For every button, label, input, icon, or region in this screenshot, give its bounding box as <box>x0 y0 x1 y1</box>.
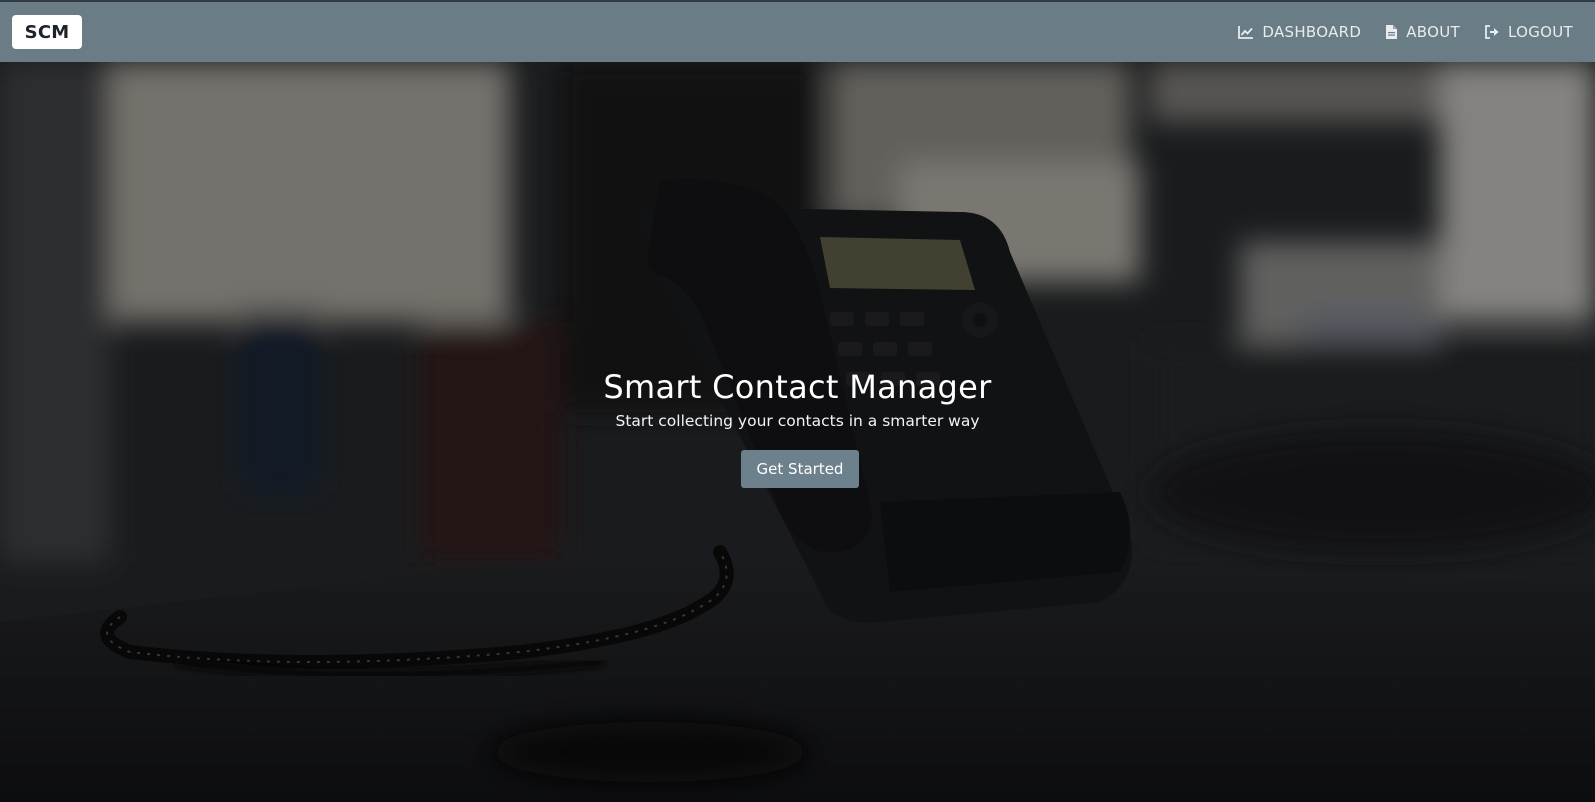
hero-section: Smart Contact Manager Start collecting y… <box>0 62 1595 802</box>
get-started-button[interactable]: Get Started <box>741 450 859 488</box>
nav-link-label: ABOUT <box>1406 23 1460 41</box>
brand-logo[interactable]: SCM <box>12 15 82 49</box>
nav-link-logout[interactable]: LOGOUT <box>1484 23 1573 41</box>
chart-line-icon <box>1238 25 1254 39</box>
navbar: SCM DASHBOARD ABOUT LOGOUT <box>0 2 1595 62</box>
document-icon <box>1385 24 1398 40</box>
nav-link-label: LOGOUT <box>1507 23 1573 41</box>
nav-link-label: DASHBOARD <box>1262 23 1362 41</box>
sign-out-icon <box>1484 25 1500 39</box>
nav-link-dashboard[interactable]: DASHBOARD <box>1238 23 1361 41</box>
hero-subtitle: Start collecting your contacts in a smar… <box>615 412 980 430</box>
hero-dark-overlay <box>0 62 1595 802</box>
nav-links: DASHBOARD ABOUT LOGOUT <box>1238 2 1573 62</box>
nav-link-about[interactable]: ABOUT <box>1385 23 1460 41</box>
hero-title: Smart Contact Manager <box>603 368 992 406</box>
